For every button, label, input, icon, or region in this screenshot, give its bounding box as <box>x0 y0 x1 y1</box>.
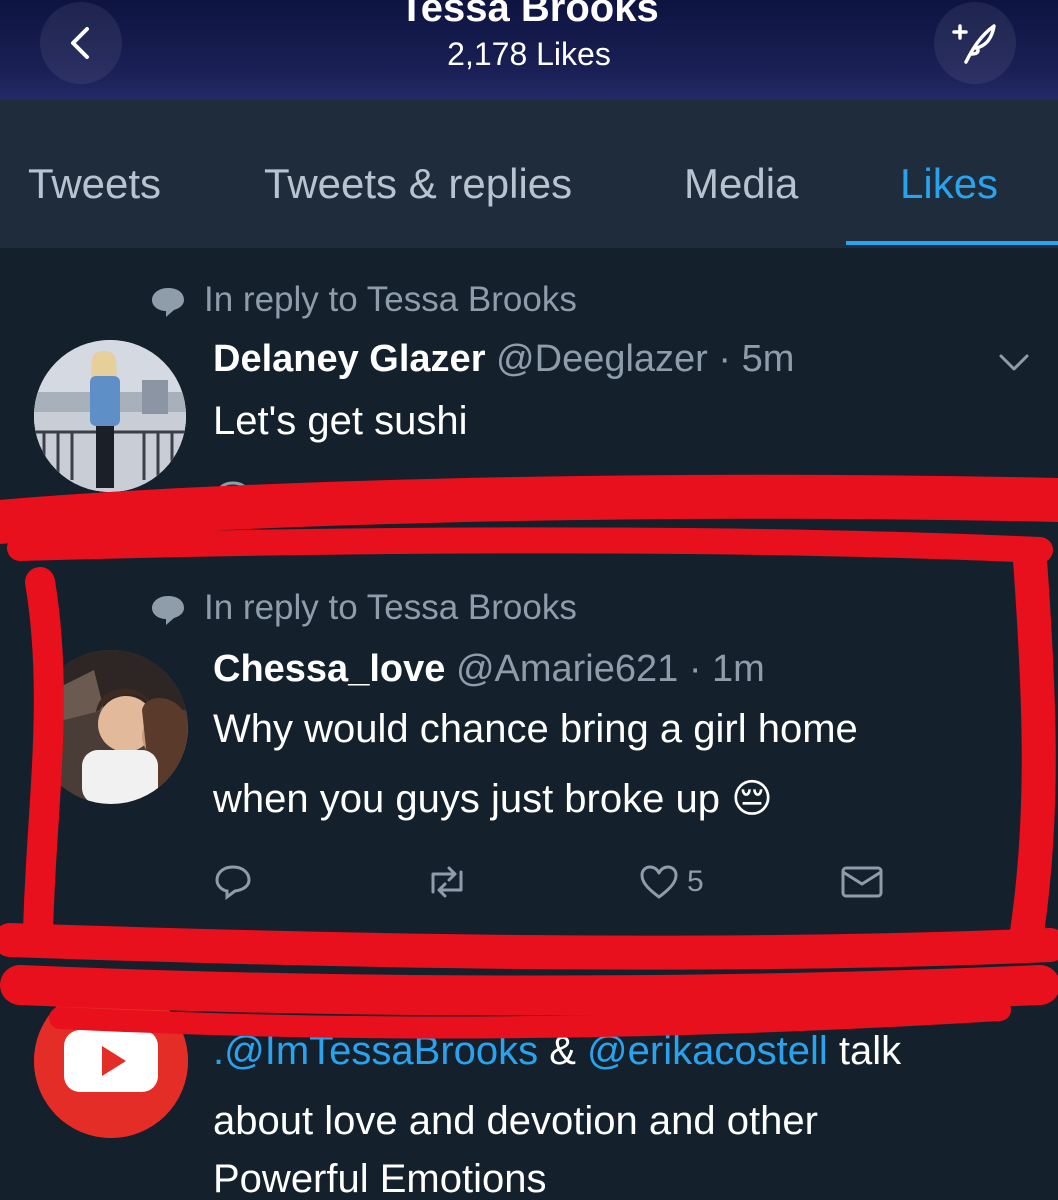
tweet-actions: 1 <box>213 480 482 516</box>
compose-feather-icon <box>952 24 996 64</box>
tweet-header: Chessa_love @Amarie621 · 1m <box>213 648 765 691</box>
direct-message-button[interactable] <box>840 864 884 900</box>
likes-count: 2,178 Likes <box>447 36 611 72</box>
reply-context: In reply to Tessa Brooks <box>150 588 577 628</box>
youtube-logo-icon <box>34 984 188 1138</box>
tab-tweets[interactable]: Tweets <box>28 160 161 208</box>
tweet-text-line: Why would chance bring a girl home <box>213 707 858 751</box>
mention-link[interactable]: @erikacostell <box>587 1029 828 1073</box>
reply-button[interactable] <box>213 864 253 900</box>
profile-name: Tessa Brooks <box>399 0 659 30</box>
tweet-text: Let's get sushi <box>213 399 468 443</box>
retweet-icon <box>431 866 463 898</box>
reply-context-text: In reply to Tessa Brooks <box>204 588 577 627</box>
reply-button[interactable]: 1 <box>213 480 278 516</box>
display-name[interactable]: Delaney Glazer <box>213 338 485 380</box>
tweet-text-line: Powerful Emotions <box>213 1157 547 1200</box>
handle-timestamp: @YouTube · 4h <box>425 970 689 1012</box>
avatar[interactable] <box>34 984 188 1138</box>
chevron-down-icon[interactable] <box>998 352 1030 374</box>
display-name[interactable]: Chessa_love <box>213 648 445 690</box>
tab-media[interactable]: Media <box>684 160 798 208</box>
like-button[interactable]: 5 <box>639 864 704 900</box>
mention-link[interactable]: .@ImTessaBrooks <box>213 1029 538 1073</box>
envelope-icon <box>841 866 883 898</box>
speech-bubble-icon <box>152 595 184 625</box>
tab-likes[interactable]: Likes <box>900 160 998 208</box>
avatar[interactable] <box>34 340 186 492</box>
tweet-card[interactable]: In reply to Tessa Brooks Chessa_love @Am… <box>0 548 1058 930</box>
retweet-icon <box>444 482 476 514</box>
tweet-text-fragment: talk <box>827 1029 902 1073</box>
avatar-photo <box>34 340 186 492</box>
tweet-text: .@ImTessaBrooks & @erikacostell talk abo… <box>213 1016 901 1200</box>
like-count: 5 <box>687 865 704 898</box>
profile-tabs: Tweets Tweets & replies Media Likes <box>0 100 1058 248</box>
pensive-face-emoji: 😔 <box>731 777 773 821</box>
reply-context: In reply to Tessa Brooks <box>150 280 577 320</box>
tweet-header: Delaney Glazer @Deeglazer · 5m <box>213 338 794 381</box>
handle-timestamp: @Deeglazer · 5m <box>496 338 795 380</box>
reply-context-text: In reply to Tessa Brooks <box>204 280 577 319</box>
tweet-card[interactable]: YouTube @YouTube · 4h .@ImTessaBrooks & … <box>0 930 1058 1200</box>
retweet-button[interactable] <box>425 864 469 900</box>
tab-tweets-replies[interactable]: Tweets & replies <box>264 160 572 208</box>
tweet-text-line: when you guys just broke up 😔 <box>213 764 858 834</box>
tweet-text-line-2: when you guys just broke up <box>213 777 720 821</box>
tweet-text-line: .@ImTessaBrooks & @erikacostell talk <box>213 1016 901 1086</box>
compose-tweet-button[interactable] <box>934 2 1016 84</box>
avatar[interactable] <box>34 650 188 804</box>
display-name[interactable]: YouTube <box>213 970 370 1012</box>
reply-icon <box>215 865 251 900</box>
active-tab-indicator <box>846 241 1058 245</box>
tweet-text-fragment: & <box>538 1029 588 1073</box>
tweet-card[interactable]: In reply to Tessa Brooks Delaney Glazer … <box>0 248 1058 548</box>
profile-header: Tessa Brooks 2,178 Likes <box>0 0 1058 100</box>
tweet-text: Why would chance bring a girl home when … <box>213 694 858 834</box>
reply-count: 1 <box>261 481 278 514</box>
tweet-actions: 5 <box>213 864 884 900</box>
avatar-photo <box>34 650 188 804</box>
speech-bubble-icon <box>152 287 184 317</box>
tweet-header: YouTube @YouTube · 4h <box>213 970 689 1013</box>
tweet-text-line: about love and devotion and other <box>213 1099 818 1143</box>
handle-timestamp: @Amarie621 · 1m <box>455 648 765 690</box>
reply-icon <box>215 481 251 516</box>
verified-badge-icon <box>382 975 413 1005</box>
retweet-button[interactable] <box>438 480 482 516</box>
heart-icon <box>640 865 678 899</box>
